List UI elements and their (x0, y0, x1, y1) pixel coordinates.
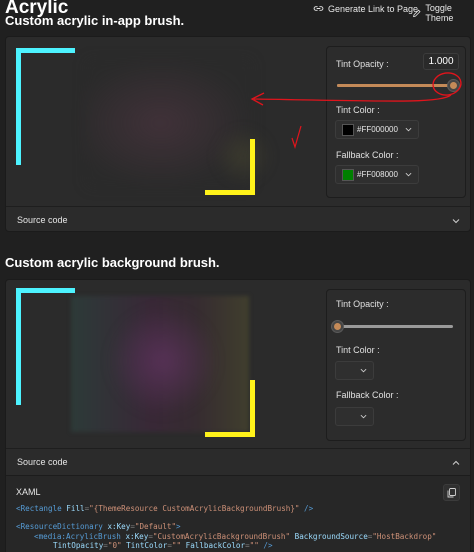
cyan-bracket-horizontal (16, 48, 75, 53)
options-panel-background: Tint Opacity : Tint Color : Fallback Col… (326, 289, 466, 441)
tint-opacity-slider[interactable] (337, 79, 460, 92)
copy-icon (447, 487, 456, 497)
chevron-down-icon (405, 127, 412, 132)
cyan-bracket-horizontal (16, 288, 75, 293)
source-code-expander-background[interactable]: Source code (6, 448, 470, 475)
yellow-bracket-vertical (250, 380, 255, 437)
fallback-color-dropdown[interactable] (335, 407, 374, 426)
fallback-color-label: Fallback Color : (336, 150, 399, 160)
tint-color-label: Tint Color : (336, 345, 380, 355)
fallback-color-value: #FF008000 (357, 170, 398, 179)
source-code-label: Source code (17, 215, 68, 225)
options-panel-inapp: Tint Opacity : 1.000 Tint Color : #FF000… (326, 46, 466, 198)
generate-link-label: Generate Link to Page (328, 3, 419, 14)
source-code-panel: XAML <Rectangle Fill="{ThemeResource Cus… (6, 475, 470, 552)
tint-color-dropdown[interactable] (335, 361, 374, 380)
cyan-bracket-vertical (16, 288, 21, 405)
tint-color-value: #FF000000 (357, 125, 398, 134)
tint-opacity-number-box[interactable]: 1.000 (423, 53, 459, 70)
fallback-color-dropdown[interactable]: #FF008000 (335, 165, 419, 184)
source-code-label: Source code (17, 457, 68, 467)
yellow-bracket-horizontal (205, 432, 255, 437)
tint-opacity-label: Tint Opacity : (336, 299, 389, 309)
chevron-up-icon (452, 460, 460, 465)
tint-opacity-slider-thumb[interactable] (446, 79, 460, 92)
chevron-down-icon (360, 368, 367, 373)
code-line-2: <ResourceDictionary x:Key="Default"> (16, 522, 181, 531)
toggle-theme-button[interactable]: Toggle Theme (412, 3, 474, 23)
generate-link-button[interactable]: Generate Link to Page (313, 3, 418, 14)
code-line-4: TintOpacity="0" TintColor="" FallbackCol… (53, 541, 273, 550)
fallback-color-swatch (342, 168, 354, 181)
acrylic-glow (213, 126, 273, 186)
code-line-1: <Rectangle Fill="{ThemeResource CustomAc… (16, 504, 314, 513)
code-line-3: <media:AcrylicBrush x:Key="CustomAcrylic… (34, 532, 437, 541)
example-card-inapp: Tint Opacity : 1.000 Tint Color : #FF000… (5, 36, 471, 232)
tint-opacity-slider-thumb[interactable] (330, 320, 344, 333)
copy-code-button[interactable] (443, 484, 460, 501)
acrylic-preview-background (13, 286, 319, 446)
toggle-theme-label: Toggle Theme (425, 3, 454, 23)
chevron-down-icon (405, 172, 412, 177)
pen-icon (413, 9, 421, 17)
tint-color-swatch (342, 123, 354, 136)
fallback-color-label: Fallback Color : (336, 390, 399, 400)
tint-opacity-label: Tint Opacity : (336, 59, 389, 69)
yellow-bracket-horizontal (205, 190, 255, 195)
source-code-expander-inapp[interactable]: Source code (6, 206, 470, 233)
yellow-bracket-vertical (250, 139, 255, 195)
chevron-down-icon (360, 414, 367, 419)
cyan-bracket-vertical (16, 48, 21, 165)
acrylic-glow (108, 306, 218, 416)
tint-color-dropdown[interactable]: #FF000000 (335, 120, 419, 139)
section-title-background: Custom acrylic background brush. (5, 255, 220, 270)
tint-opacity-slider-fill (337, 84, 453, 87)
code-language-label: XAML (16, 487, 41, 497)
link-icon (313, 6, 324, 11)
tint-color-label: Tint Color : (336, 105, 380, 115)
section-title-inapp: Custom acrylic in-app brush. (5, 13, 185, 28)
chevron-down-icon (452, 219, 460, 224)
tint-opacity-slider[interactable] (330, 320, 453, 333)
acrylic-preview-inapp (13, 46, 319, 206)
example-card-background: Tint Opacity : Tint Color : Fallback Col… (5, 279, 471, 552)
